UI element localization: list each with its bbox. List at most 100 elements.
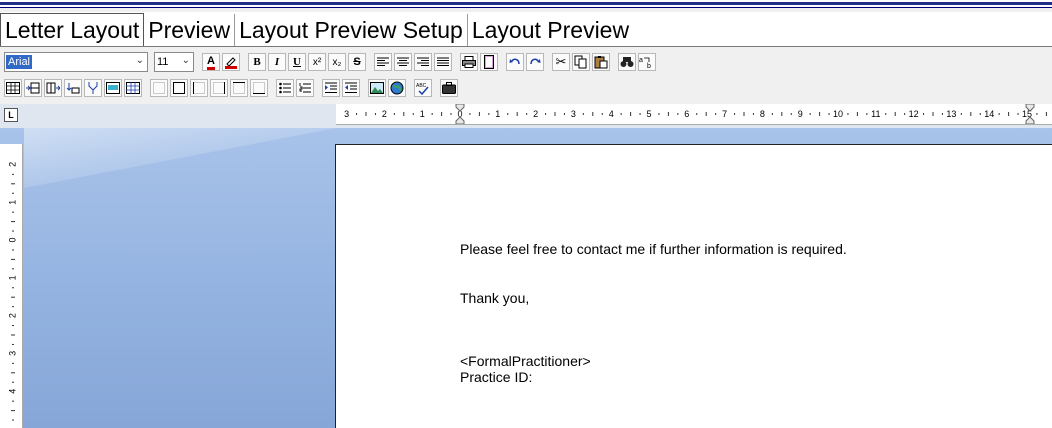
justify-button[interactable] bbox=[434, 53, 452, 71]
font-name-select[interactable]: Arial ⌄ bbox=[4, 52, 148, 72]
insert-table-button[interactable] bbox=[4, 79, 22, 97]
strikethrough-button[interactable]: S bbox=[348, 53, 366, 71]
insert-column-button[interactable] bbox=[44, 79, 62, 97]
border-none-icon bbox=[153, 82, 165, 94]
strikethrough-icon: S bbox=[353, 56, 361, 68]
ruler-tick bbox=[620, 113, 622, 115]
chevron-down-icon[interactable]: ⌄ bbox=[182, 55, 190, 66]
tab-letter-layout[interactable]: Letter Layout bbox=[0, 13, 145, 46]
split-cell-button[interactable] bbox=[84, 79, 102, 97]
toolbox-button[interactable] bbox=[440, 79, 458, 97]
formatting-toolbar: Arial ⌄ 11 ⌄ A B I U x² x₂ S ✂ a b bbox=[0, 50, 1052, 74]
ruler-tick bbox=[885, 113, 887, 115]
align-right-button[interactable] bbox=[414, 53, 432, 71]
workspace-sheen bbox=[24, 128, 336, 188]
tab-layout-preview-setup[interactable]: Layout Preview Setup bbox=[235, 14, 468, 46]
numbered-list-button[interactable] bbox=[296, 79, 314, 97]
bold-button[interactable]: B bbox=[248, 53, 266, 71]
ruler-tick bbox=[667, 112, 669, 116]
redo-button[interactable] bbox=[526, 53, 544, 71]
ruler-tick bbox=[12, 400, 14, 402]
ruler-number: 4 bbox=[609, 109, 614, 119]
increase-indent-icon bbox=[325, 82, 337, 93]
ruler-tick bbox=[715, 113, 717, 115]
replace-button[interactable]: ab bbox=[638, 53, 656, 71]
document-page[interactable]: Please feel free to contact me if furthe… bbox=[335, 144, 1052, 428]
ruler-tick bbox=[403, 112, 405, 116]
tab-preview[interactable]: Preview bbox=[144, 14, 236, 46]
practice-id-line[interactable]: Practice ID: bbox=[460, 369, 532, 385]
ruler-tick bbox=[582, 113, 584, 115]
insert-row-button[interactable] bbox=[24, 79, 42, 97]
border-bottom-icon bbox=[253, 82, 265, 94]
spell-check-button[interactable]: ABC bbox=[414, 79, 432, 97]
practitioner-placeholder[interactable]: <FormalPractitioner> bbox=[460, 353, 591, 369]
subscript-button[interactable]: x₂ bbox=[328, 53, 346, 71]
border-all-icon bbox=[173, 82, 185, 94]
ruler-tick bbox=[11, 410, 15, 412]
ruler-tick bbox=[545, 113, 547, 115]
italic-button[interactable]: I bbox=[268, 53, 286, 71]
ruler-number: 12 bbox=[909, 109, 919, 119]
merge-cells-button[interactable] bbox=[104, 79, 122, 97]
ruler-tick bbox=[960, 113, 962, 115]
ruler-tick bbox=[1045, 112, 1047, 116]
page-button[interactable] bbox=[480, 53, 498, 71]
border-top-button[interactable] bbox=[230, 79, 248, 97]
highlight-button[interactable] bbox=[222, 53, 240, 71]
find-button[interactable] bbox=[618, 53, 636, 71]
superscript-button[interactable]: x² bbox=[308, 53, 326, 71]
insert-hyperlink-button[interactable] bbox=[388, 79, 406, 97]
ruler-tick bbox=[658, 113, 660, 115]
globe-icon bbox=[390, 81, 404, 95]
ruler-tick bbox=[11, 296, 15, 298]
tab-layout-preview[interactable]: Layout Preview bbox=[468, 14, 633, 46]
ruler-tick bbox=[478, 112, 480, 116]
font-size-select[interactable]: 11 ⌄ bbox=[154, 52, 194, 72]
insert-image-button[interactable] bbox=[368, 79, 386, 97]
replace-icon: ab bbox=[639, 57, 651, 69]
border-right-button[interactable] bbox=[210, 79, 228, 97]
border-left-button[interactable] bbox=[190, 79, 208, 97]
ruler-tick bbox=[12, 362, 14, 364]
insert-cell-button[interactable] bbox=[64, 79, 82, 97]
align-center-button[interactable] bbox=[394, 53, 412, 71]
border-bottom-button[interactable] bbox=[250, 79, 268, 97]
paste-button[interactable] bbox=[592, 53, 610, 71]
tab-stop-selector[interactable]: L bbox=[4, 108, 18, 122]
undo-button[interactable] bbox=[506, 53, 524, 71]
decrease-indent-button[interactable] bbox=[342, 79, 360, 97]
merge-cells-icon bbox=[106, 82, 120, 94]
increase-indent-button[interactable] bbox=[322, 79, 340, 97]
font-color-button[interactable]: A bbox=[202, 53, 220, 71]
ruler-tick bbox=[1008, 112, 1010, 116]
chevron-down-icon[interactable]: ⌄ bbox=[136, 55, 144, 66]
underline-button[interactable]: U bbox=[288, 53, 306, 71]
cut-button[interactable]: ✂ bbox=[552, 53, 570, 71]
ruler-tick bbox=[12, 192, 14, 194]
table-properties-icon bbox=[126, 82, 140, 94]
align-left-button[interactable] bbox=[374, 53, 392, 71]
bullet-list-button[interactable] bbox=[276, 79, 294, 97]
split-cell-icon bbox=[88, 82, 98, 94]
closing-line[interactable]: Thank you, bbox=[460, 290, 529, 306]
print-button[interactable] bbox=[460, 53, 478, 71]
table-properties-button[interactable] bbox=[124, 79, 142, 97]
ruler-tick bbox=[450, 113, 452, 115]
border-none-button[interactable] bbox=[150, 79, 168, 97]
ruler-tick bbox=[592, 112, 594, 116]
subscript-icon: x₂ bbox=[332, 56, 342, 68]
copy-button[interactable] bbox=[572, 53, 590, 71]
ruler-tick bbox=[12, 343, 14, 345]
ruler-tick bbox=[998, 113, 1000, 115]
ruler-number: 4 bbox=[7, 389, 17, 394]
ruler-number: 8 bbox=[760, 109, 765, 119]
border-all-button[interactable] bbox=[170, 79, 188, 97]
image-icon bbox=[370, 82, 384, 94]
paste-icon bbox=[594, 56, 608, 69]
font-size-value: 11 bbox=[157, 56, 169, 68]
ruler-tick bbox=[677, 113, 679, 115]
vertical-ruler[interactable]: 2 1 0 1 2 3 4 bbox=[0, 144, 23, 428]
horizontal-ruler[interactable]: 3 2 1 0 1 2 3 4 5 6 7 8 9 10 11 12 13 14 15 bbox=[336, 104, 1052, 125]
body-text-line[interactable]: Please feel free to contact me if furthe… bbox=[460, 241, 847, 257]
